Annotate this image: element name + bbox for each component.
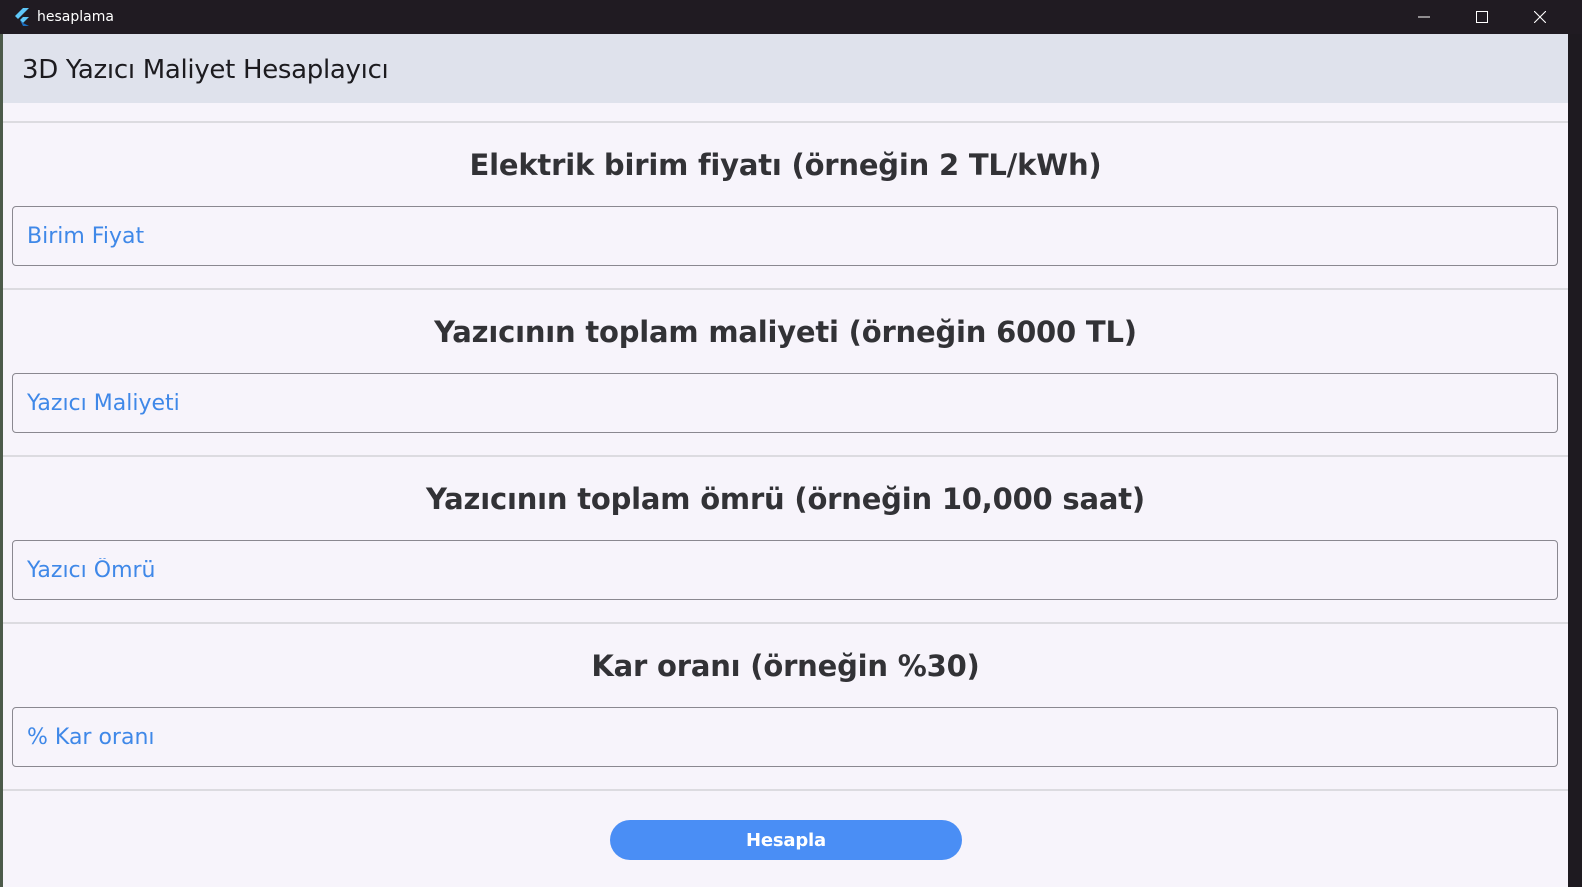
electricity-price-input[interactable] — [13, 207, 1557, 265]
profit-rate-field[interactable] — [12, 707, 1558, 767]
divider — [3, 455, 1568, 457]
window-border-right — [1568, 34, 1582, 887]
divider — [3, 789, 1568, 791]
window-titlebar[interactable]: hesaplama — [0, 0, 1582, 34]
page-title: 3D Yazıcı Maliyet Hesaplayıcı — [22, 55, 389, 85]
printer-lifetime-field[interactable] — [12, 540, 1558, 600]
printer-lifetime-input[interactable] — [13, 541, 1557, 599]
divider — [3, 288, 1568, 290]
printer-cost-input[interactable] — [13, 374, 1557, 432]
calculate-button[interactable]: Hesapla — [610, 820, 962, 860]
divider — [3, 121, 1568, 123]
label-printer-lifetime: Yazıcının toplam ömrü (örneğin 10,000 sa… — [426, 482, 1145, 516]
close-icon — [1534, 11, 1546, 23]
close-button[interactable] — [1512, 0, 1568, 34]
app-window: hesaplama 3D Yazıcı Maliyet Hesaplayıcı … — [0, 0, 1582, 887]
maximize-icon — [1476, 11, 1488, 23]
label-electricity-price: Elektrik birim fiyatı (örneğin 2 TL/kWh) — [469, 148, 1102, 182]
minimize-icon — [1418, 11, 1430, 23]
app-bar: 3D Yazıcı Maliyet Hesaplayıcı — [3, 34, 1568, 103]
electricity-price-field[interactable] — [12, 206, 1558, 266]
minimize-button[interactable] — [1396, 0, 1452, 34]
profit-rate-input[interactable] — [13, 708, 1557, 766]
label-profit-rate: Kar oranı (örneğin %30) — [591, 649, 980, 683]
divider — [3, 622, 1568, 624]
window-title: hesaplama — [37, 9, 114, 25]
app-content: 3D Yazıcı Maliyet Hesaplayıcı Elektrik b… — [3, 34, 1568, 887]
flutter-logo-icon — [12, 7, 32, 27]
printer-cost-field[interactable] — [12, 373, 1558, 433]
label-printer-cost: Yazıcının toplam maliyeti (örneğin 6000 … — [434, 315, 1137, 349]
maximize-button[interactable] — [1454, 0, 1510, 34]
